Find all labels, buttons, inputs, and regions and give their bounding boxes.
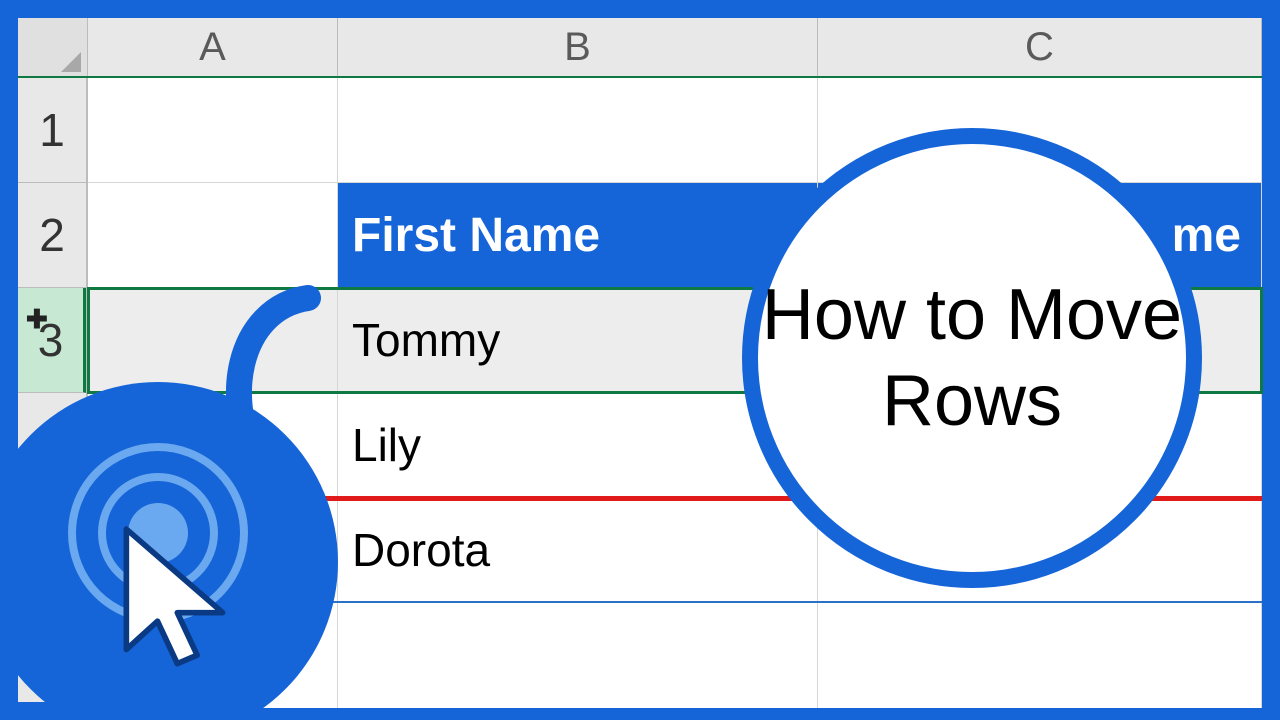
cursor-icon: [108, 522, 258, 692]
row-insert-cursor-icon: ✚: [26, 304, 48, 335]
cell-a2[interactable]: [88, 183, 338, 287]
column-header-c[interactable]: C: [818, 18, 1262, 76]
row-header-1[interactable]: 1: [18, 78, 86, 183]
cell-blank-c[interactable]: [818, 603, 1262, 708]
cell-a1[interactable]: [88, 78, 338, 182]
thumbnail-frame: A B C 1 2 3 4 5 ✚ First Name me: [0, 0, 1280, 720]
column-header-row: A B C: [18, 18, 1262, 78]
column-header-a[interactable]: A: [88, 18, 338, 76]
cell-blank-b[interactable]: [338, 603, 818, 708]
column-header-b[interactable]: B: [338, 18, 818, 76]
cell-b1[interactable]: [338, 78, 818, 182]
row-header-2[interactable]: 2: [18, 183, 86, 288]
select-all-corner[interactable]: [18, 18, 88, 76]
cell-b4[interactable]: Lily: [338, 393, 818, 497]
title-callout: How to Move Rows: [742, 128, 1202, 588]
channel-logo: [0, 382, 338, 720]
cell-b5[interactable]: Dorota: [338, 498, 818, 601]
title-callout-text: How to Move Rows: [758, 272, 1186, 445]
cell-b2-first-name-header[interactable]: First Name: [338, 183, 818, 287]
